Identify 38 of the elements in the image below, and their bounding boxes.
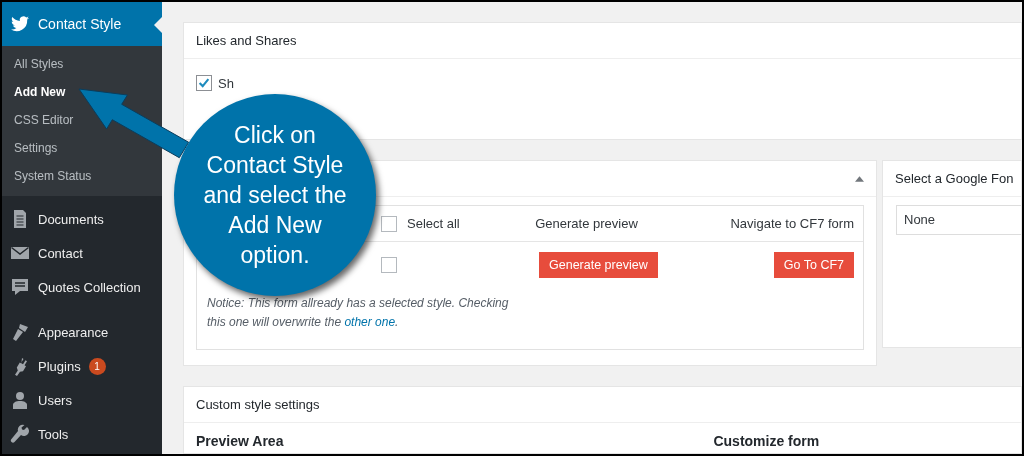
go-to-cf7-button[interactable]: Go To CF7 (773, 252, 854, 278)
checkbox[interactable] (381, 257, 397, 273)
sidebar-item[interactable]: Appearance (2, 315, 162, 349)
collapse-icon[interactable] (855, 175, 864, 182)
bird-icon (10, 14, 30, 34)
pointer-notch (154, 17, 162, 33)
column-header: Navigate to CF7 form (730, 216, 854, 231)
submenu-item[interactable]: Settings (2, 134, 60, 162)
column-header: Select all (407, 216, 460, 231)
sidebar-item[interactable]: Tools (2, 417, 162, 451)
panel-title: Select a Google Fon (895, 171, 1014, 186)
section-heading: Customize form (713, 433, 820, 449)
sidebar-item[interactable]: Documents (2, 202, 162, 236)
user-icon (10, 390, 30, 410)
count-badge: 1 (88, 357, 106, 375)
column-header: Generate preview (535, 216, 639, 231)
section-heading: Preview Area (196, 433, 284, 449)
panel-title: Likes and Shares (196, 33, 297, 48)
font-select[interactable]: None (896, 205, 1021, 235)
submenu-item[interactable]: CSS Editor (2, 106, 76, 134)
sidebar-item[interactable]: Quotes Collection (2, 270, 162, 304)
callout-text: Click on Contact Style and select the Add New option. (202, 121, 348, 270)
wrench-icon (10, 424, 30, 444)
checkbox-label: Sh (218, 75, 234, 91)
panel-title: Custom style settings (196, 397, 320, 412)
sidebar-item[interactable]: Contact Style (2, 2, 162, 46)
notice-text: Notice: This form allready has a selected style. Checking this one will overwrite the other one. (207, 295, 510, 331)
submenu-item[interactable]: Add New (2, 78, 68, 106)
checkbox[interactable] (381, 215, 397, 232)
checkbox[interactable] (196, 75, 212, 91)
sidebar-item[interactable]: Users (2, 383, 162, 417)
submenu-item[interactable]: System Status (2, 162, 94, 190)
generate-preview-button[interactable]: Generate preview (539, 252, 658, 278)
sidebar-item[interactable]: Contact (2, 236, 162, 270)
brush-icon (10, 322, 30, 342)
submenu-item[interactable]: All Styles (2, 50, 66, 78)
sidebar-item[interactable]: Plugins 1 (2, 349, 162, 383)
comment-icon (10, 277, 30, 297)
